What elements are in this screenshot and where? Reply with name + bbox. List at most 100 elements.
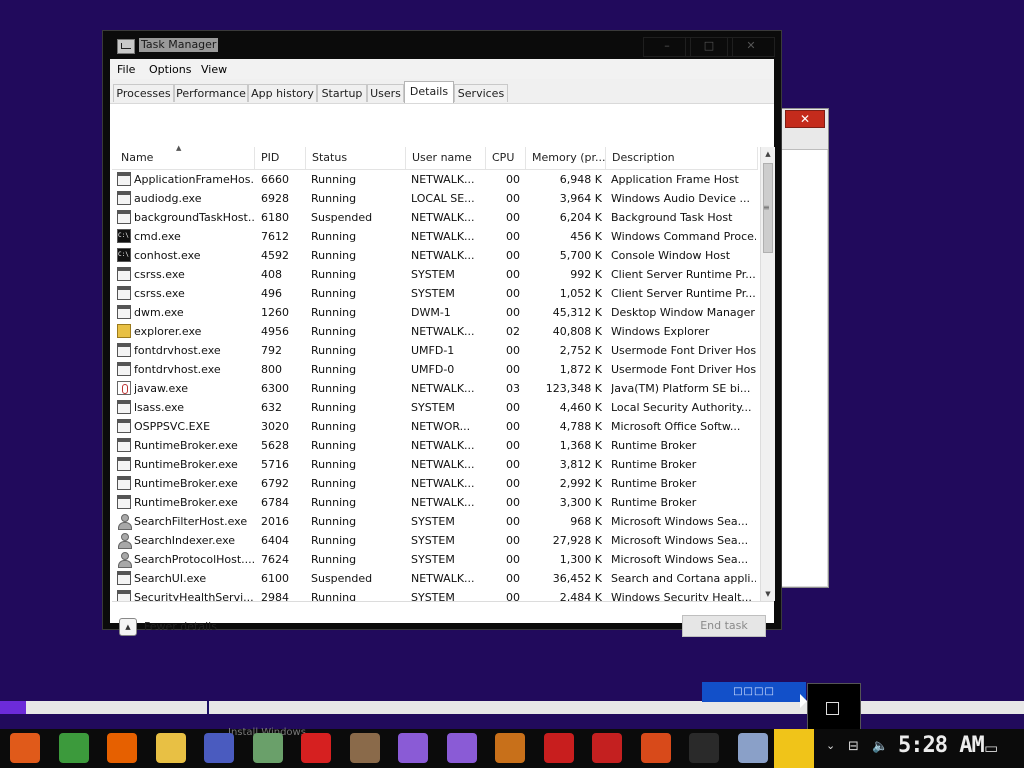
minimize-button[interactable]: – [643, 37, 691, 57]
background-window-close-button[interactable]: ✕ [785, 110, 825, 128]
process-list: ApplicationFrameHos... 6660 Running NETWALK… [112, 170, 758, 602]
table-row[interactable]: fontdrvhost.exe 792 Running UMFD-1 00 2,752 K… [112, 341, 758, 360]
purple-monster-icon[interactable] [398, 733, 428, 763]
table-row[interactable]: RuntimeBroker.exe 5628 Running NETWALK... 00… [112, 436, 758, 455]
clock[interactable]: 5:28 AM [898, 733, 985, 758]
table-row[interactable]: C:\ cmd.exe 7612 Running NETWALK... 00 456 K Wi… [112, 227, 758, 246]
scrollbar-grip-icon: ≡ [763, 203, 770, 212]
title-bar[interactable]: Task Manager – □ ✕ [103, 31, 781, 59]
process-pid: 6180 [261, 211, 289, 224]
process-user: NETWALK... [411, 325, 475, 338]
tab-app-history[interactable]: App history [248, 84, 317, 102]
red-bird-icon[interactable] [301, 733, 331, 763]
maximize-button[interactable]: □ [685, 37, 733, 57]
background-window-titlebar: ✕ [781, 109, 828, 150]
process-memory: 2,752 K [559, 344, 602, 357]
process-user: SYSTEM [411, 401, 455, 414]
table-row[interactable]: csrss.exe 496 Running SYSTEM 00 1,052 K Client… [112, 284, 758, 303]
table-row[interactable]: backgroundTaskHost.... 6180 Suspended NETWA… [112, 208, 758, 227]
column-user-name[interactable]: User name [406, 147, 486, 169]
process-pid: 632 [261, 401, 282, 414]
firefox-icon[interactable] [107, 733, 137, 763]
tray-overflow-chevron-icon[interactable]: ⌄ [826, 739, 835, 752]
table-row[interactable]: OSPPSVC.EXE 3020 Running NETWOR... 00 4,788 K… [112, 417, 758, 436]
setup-gear-icon[interactable] [204, 733, 234, 763]
game-app-icon[interactable] [252, 733, 283, 763]
file-explorer-icon[interactable] [155, 733, 186, 763]
tab-services[interactable]: Services [454, 84, 508, 102]
purple-monster-2-icon[interactable] [446, 733, 477, 763]
process-status: Running [311, 496, 357, 509]
table-row[interactable]: ApplicationFrameHos... 6660 Running NETWALK… [112, 170, 758, 189]
end-task-button[interactable]: End task [682, 615, 766, 637]
table-row[interactable]: SearchFilterHost.exe 2016 Running SYSTEM 00 9… [112, 512, 758, 531]
process-status: Running [311, 477, 357, 490]
table-row[interactable]: javaw.exe 6300 Running NETWALK... 03 123,348 … [112, 379, 758, 398]
volume-icon[interactable]: 🔈 [872, 739, 888, 754]
column-name[interactable]: Name [112, 147, 255, 169]
radiation-icon[interactable] [543, 733, 574, 763]
process-description: Local Security Authority... [611, 401, 752, 414]
tab-details[interactable]: Details [404, 81, 454, 103]
column-memory[interactable]: Memory (pr... [526, 147, 606, 169]
column-cpu[interactable]: CPU [486, 147, 526, 169]
process-user: SYSTEM [411, 591, 455, 602]
process-memory: 2,484 K [559, 591, 602, 602]
process-name: lsass.exe [134, 401, 184, 414]
start-icon[interactable] [10, 733, 40, 763]
fewer-details-chevron-icon[interactable]: ▲ [119, 618, 137, 636]
tab-performance[interactable]: Performance [174, 84, 248, 102]
close-button[interactable]: ✕ [727, 37, 775, 57]
process-description: Windows Explorer [611, 325, 710, 338]
process-status: Running [311, 287, 357, 300]
table-row[interactable]: SearchIndexer.exe 6404 Running SYSTEM 00 27,9… [112, 531, 758, 550]
column-description[interactable]: Description [606, 147, 758, 169]
winrar-icon[interactable] [495, 733, 525, 763]
table-row[interactable]: dwm.exe 1260 Running DWM-1 00 45,312 K Desktop… [112, 303, 758, 322]
tab-processes[interactable]: Processes [113, 84, 174, 102]
table-row[interactable]: C:\ conhost.exe 4592 Running NETWALK... 00 5,7… [112, 246, 758, 265]
tab-startup[interactable]: Startup [317, 84, 367, 102]
task-manager-client: File Options View Processes Performance … [110, 59, 775, 637]
table-row[interactable]: SearchUI.exe 6100 Suspended NETWALK... 00 36,… [112, 569, 758, 588]
folder-icon [117, 324, 131, 338]
picture-app-icon[interactable] [737, 733, 768, 763]
menu-options[interactable]: Options [149, 63, 191, 76]
tab-users[interactable]: Users [367, 84, 404, 102]
chrome-icon[interactable] [58, 733, 89, 763]
task-manager-active-icon[interactable] [774, 729, 814, 768]
network-icon[interactable]: ⊟ [848, 739, 859, 754]
process-memory: 1,872 K [559, 363, 602, 376]
cmd-app-icon[interactable] [689, 733, 719, 763]
presentation-icon[interactable] [640, 733, 671, 763]
column-pid[interactable]: PID [255, 147, 306, 169]
portrait-app-icon[interactable] [349, 733, 380, 763]
menu-view[interactable]: View [201, 63, 227, 76]
scroll-down-arrow-icon[interactable]: ▼ [761, 587, 775, 601]
process-memory: 1,300 K [559, 553, 602, 566]
notification-icon[interactable]: ▭ [984, 739, 998, 757]
column-status[interactable]: Status [306, 147, 406, 169]
table-row[interactable]: lsass.exe 632 Running SYSTEM 00 4,460 K Local … [112, 398, 758, 417]
table-row[interactable]: RuntimeBroker.exe 5716 Running NETWALK... 00… [112, 455, 758, 474]
vertical-scrollbar[interactable]: ▲ ≡ ▼ [760, 147, 775, 601]
task-manager-window: Task Manager – □ ✕ File Options View Pro… [102, 30, 782, 637]
table-row[interactable]: explorer.exe 4956 Running NETWALK... 02 40,80… [112, 322, 758, 341]
scroll-up-arrow-icon[interactable]: ▲ [761, 147, 775, 161]
process-pid: 5628 [261, 439, 289, 452]
process-pid: 800 [261, 363, 282, 376]
table-row[interactable]: csrss.exe 408 Running SYSTEM 00 992 K Client S… [112, 265, 758, 284]
fewer-details-link[interactable]: Fewer details [144, 620, 217, 633]
table-row[interactable]: SecurityHealthServi... 2984 Running SYSTEM 0… [112, 588, 758, 602]
table-row[interactable]: SearchProtocolHost.... 7624 Running SYSTEM 0… [112, 550, 758, 569]
table-header: ▲ Name PID Status User name CPU Memory (… [112, 144, 758, 170]
process-description: Java(TM) Platform SE bi... [611, 382, 751, 395]
table-row[interactable]: RuntimeBroker.exe 6792 Running NETWALK... 00… [112, 474, 758, 493]
window-icon [117, 210, 131, 224]
table-row[interactable]: fontdrvhost.exe 800 Running UMFD-0 00 1,872 K… [112, 360, 758, 379]
table-row[interactable]: audiodg.exe 6928 Running LOCAL SE... 00 3,964… [112, 189, 758, 208]
dev-cpp-icon[interactable] [592, 733, 622, 763]
table-row[interactable]: RuntimeBroker.exe 6784 Running NETWALK... 00… [112, 493, 758, 512]
menu-file[interactable]: File [117, 63, 135, 76]
process-name: SearchProtocolHost.... [134, 553, 254, 566]
